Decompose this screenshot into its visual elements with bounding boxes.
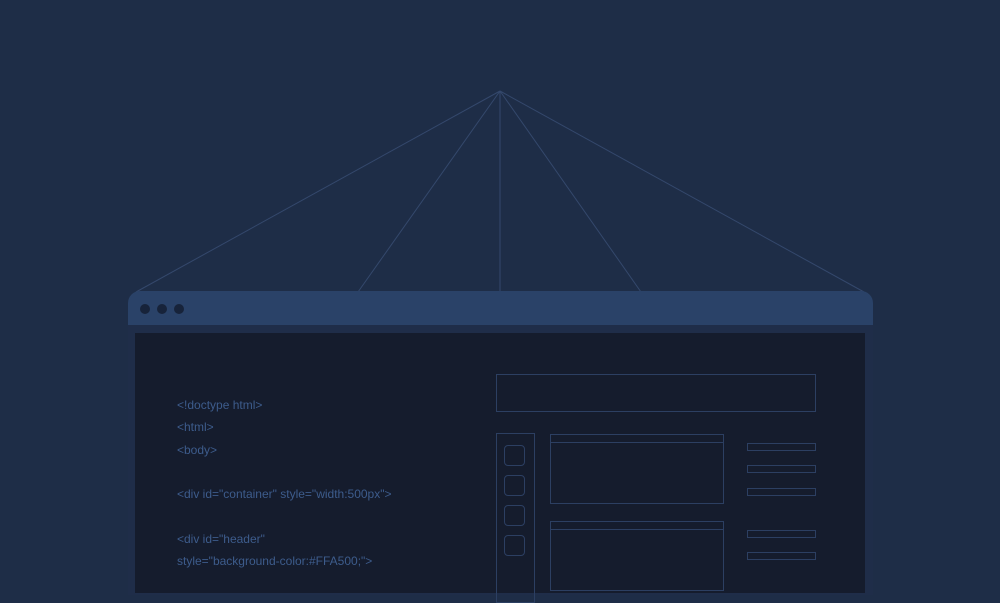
ray-far-left <box>135 90 501 293</box>
editor-screen: <!doctype html> <html> <body> <div id="c… <box>135 333 865 603</box>
code-line: <div id="container" style="width:500px"> <box>177 487 392 502</box>
code-listing: <!doctype html> <html> <body> <div id="c… <box>177 394 392 572</box>
ray-right <box>499 90 642 293</box>
window-close-dot[interactable] <box>140 304 150 314</box>
wireframe-sidebar-button <box>504 535 525 556</box>
wireframe-card-body <box>550 442 724 504</box>
ray-far-right <box>499 90 865 293</box>
wireframe-text-line <box>747 443 816 451</box>
ray-left <box>357 90 501 293</box>
window-frame: <!doctype html> <html> <body> <div id="c… <box>128 325 873 603</box>
wireframe-text-line <box>747 552 816 560</box>
code-line: <!doctype html> <box>177 398 263 412</box>
code-line: style="background-color:#FFA500;"> <box>177 554 373 569</box>
wireframe-text-line <box>747 488 816 496</box>
wireframe-header-box <box>496 374 816 412</box>
code-line: <html> <box>177 420 214 435</box>
wireframe-text-line <box>747 530 816 538</box>
wireframe-sidebar-button <box>504 475 525 496</box>
browser-window: <!doctype html> <html> <body> <div id="c… <box>128 291 873 603</box>
wireframe-sidebar-button <box>504 505 525 526</box>
code-line: <div id="header" <box>177 531 265 546</box>
window-minimize-dot[interactable] <box>157 304 167 314</box>
wireframe-card-body <box>550 529 724 591</box>
code-line: <body> <box>177 442 218 457</box>
wireframe-sidebar-button <box>504 445 525 466</box>
wireframe-text-line <box>747 465 816 473</box>
window-maximize-dot[interactable] <box>174 304 184 314</box>
